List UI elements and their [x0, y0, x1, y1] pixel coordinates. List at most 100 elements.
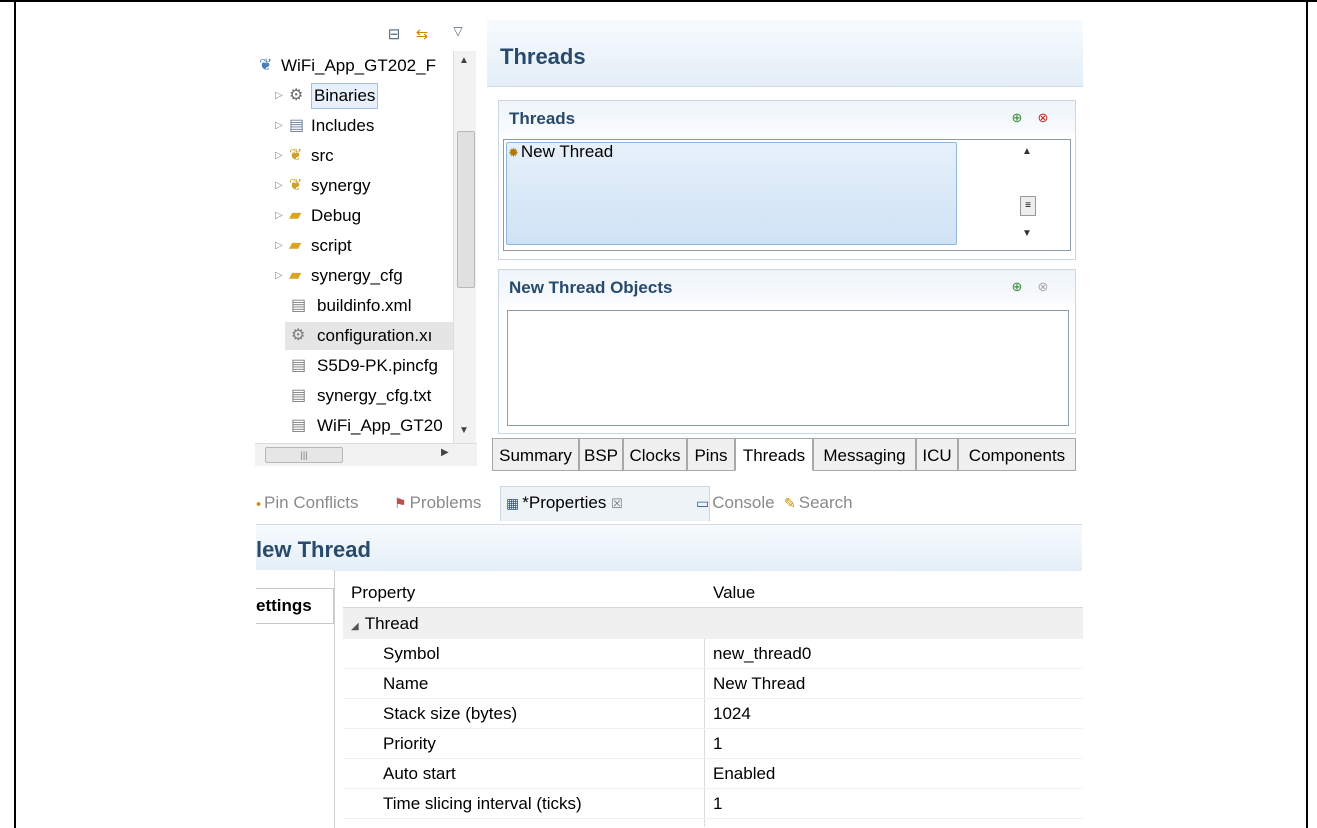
remove-thread-icon[interactable]: ⊗: [1035, 110, 1051, 126]
expand-twisty-icon[interactable]: ▷: [275, 112, 283, 140]
expand-twisty-icon[interactable]: ▷: [275, 142, 283, 170]
property-column-header[interactable]: Property: [351, 583, 415, 603]
table-row[interactable]: Stack size (bytes) 1024: [343, 698, 1083, 729]
table-row[interactable]: Name New Thread: [343, 668, 1083, 699]
search-icon: ✎: [784, 495, 796, 511]
tree-item-label: src: [311, 146, 334, 165]
threads-list[interactable]: ✹ New Thread ▲ ≡ ▼: [503, 139, 1071, 251]
properties-sidebar: ettings: [256, 570, 335, 828]
expand-twisty-icon[interactable]: ▷: [275, 232, 283, 260]
tree-item-configuration[interactable]: ⚙ configuration.xı: [285, 322, 455, 350]
thread-item-label: New Thread: [520, 142, 614, 161]
table-row[interactable]: Auto start Enabled: [343, 758, 1083, 789]
tree-item-label: S5D9-PK.pincfg: [317, 356, 438, 375]
tab-components[interactable]: Components: [958, 438, 1076, 471]
collapse-all-icon[interactable]: ⊟: [385, 26, 403, 44]
table-row[interactable]: Priority 1: [343, 728, 1083, 759]
explorer-vertical-scrollbar[interactable]: ▲ ▼: [453, 51, 476, 443]
file-icon: ▤: [291, 297, 307, 314]
view-tab-problems[interactable]: ⚑ Problems: [394, 493, 481, 513]
scroll-down-icon[interactable]: ▼: [1022, 228, 1032, 239]
tree-item-label: buildinfo.xml: [317, 296, 412, 315]
tab-pins[interactable]: Pins: [687, 438, 735, 471]
tab-bsp[interactable]: BSP: [579, 438, 623, 471]
thread-objects-list[interactable]: [507, 310, 1069, 426]
binaries-icon: ⚙: [289, 87, 304, 104]
explorer-horizontal-scrollbar[interactable]: ||| ▶: [255, 443, 477, 466]
thread-item[interactable]: ✹ New Thread: [508, 142, 613, 162]
table-row[interactable]: Symbol new_thread0: [343, 638, 1083, 669]
view-tab-label: Search: [798, 493, 853, 512]
table-row[interactable]: Time slicing interval (ticks) 1: [343, 788, 1083, 819]
property-value[interactable]: New Thread: [713, 674, 805, 694]
view-tab-label: Pin Conflicts: [264, 493, 359, 512]
scroll-up-icon[interactable]: ▲: [459, 55, 469, 66]
folder-icon: ▰: [289, 267, 302, 284]
threads-editor: Threads Threads ⊕ ⊗ ✹ New Thread ▲ ≡ ▼ Ne…: [487, 20, 1083, 482]
tree-item-project[interactable]: ❦ WiFi_App_GT202_F: [255, 52, 455, 80]
view-tab-properties[interactable]: ▦ *Properties ☒: [506, 493, 623, 513]
scroll-down-icon[interactable]: ▼: [459, 425, 469, 436]
thread-objects-section-header: New Thread Objects ⊕ ⊗: [499, 270, 1075, 304]
threads-section-header: Threads ⊕ ⊗: [499, 101, 1075, 135]
link-editor-icon[interactable]: ⇆: [413, 26, 431, 44]
view-tab-pin-conflicts[interactable]: ⬩ Pin Conflicts: [256, 493, 359, 513]
tab-threads[interactable]: Threads: [735, 438, 813, 471]
property-name: Time slicing interval (ticks): [383, 794, 582, 813]
file-icon: ▤: [291, 387, 307, 404]
console-icon: ▭: [696, 495, 710, 511]
remove-object-icon[interactable]: ⊗: [1035, 279, 1051, 295]
add-object-icon[interactable]: ⊕: [1009, 279, 1025, 295]
scroll-thumb[interactable]: ≡: [1020, 196, 1036, 216]
expand-twisty-icon[interactable]: ▷: [275, 172, 283, 200]
add-thread-icon[interactable]: ⊕: [1009, 110, 1025, 126]
view-tab-label: *Properties: [522, 493, 607, 512]
property-value[interactable]: new_thread0: [713, 644, 811, 664]
close-icon[interactable]: ☒: [611, 496, 623, 511]
tree-item-label: Binaries: [311, 83, 379, 109]
scroll-thumb[interactable]: [457, 131, 475, 288]
frame-top-border: [0, 0, 1317, 2]
tab-summary[interactable]: Summary: [492, 438, 579, 471]
property-value[interactable]: 1024: [713, 704, 751, 724]
expand-twisty-icon[interactable]: ▷: [275, 202, 283, 230]
property-value[interactable]: 1: [713, 794, 722, 814]
thread-objects-section: New Thread Objects ⊕ ⊗: [498, 269, 1076, 434]
tree-item-label: script: [311, 236, 352, 255]
view-tab-search[interactable]: ✎ Search: [784, 493, 853, 513]
property-name: Symbol: [383, 644, 440, 663]
view-menu-icon[interactable]: ▽: [449, 22, 467, 40]
project-icon: ❦: [259, 57, 273, 74]
settings-tab[interactable]: ettings: [256, 588, 334, 624]
property-name: Stack size (bytes): [383, 704, 518, 723]
tree-item-label: synergy_cfg.txt: [317, 386, 432, 405]
list-scrollbar[interactable]: ▲ ≡ ▼: [986, 140, 1068, 248]
property-group-thread[interactable]: ◢ Thread: [343, 608, 1083, 639]
property-value[interactable]: Enabled: [713, 764, 775, 784]
scroll-up-icon[interactable]: ▲: [1022, 146, 1032, 157]
folder-icon: ▰: [289, 237, 302, 254]
editor-title: Threads: [500, 44, 586, 69]
view-tab-console[interactable]: ▭ Console: [696, 493, 775, 513]
tab-clocks[interactable]: Clocks: [623, 438, 687, 471]
tree-item-label: Includes: [311, 116, 375, 135]
property-value[interactable]: 1: [713, 734, 722, 754]
scroll-right-icon[interactable]: ▶: [441, 447, 449, 458]
tab-messaging[interactable]: Messaging: [813, 438, 916, 471]
project-explorer: ⊟ ⇆ ▽ ❦ WiFi_App_GT202_F ▷ ⚙ Binaries ▷ …: [255, 20, 477, 468]
tree-item-label: synergy_cfg: [311, 266, 403, 285]
expand-twisty-icon[interactable]: ▷: [275, 262, 283, 290]
frame-left-border: [14, 0, 16, 828]
collapse-twisty-icon[interactable]: ◢: [351, 621, 359, 632]
tree-item-label: configuration.xı: [317, 326, 433, 345]
tab-icu[interactable]: ICU: [916, 438, 958, 471]
value-column-header[interactable]: Value: [713, 583, 755, 603]
expand-twisty-icon[interactable]: ▷: [275, 82, 283, 110]
editor-header: Threads: [487, 20, 1083, 87]
scroll-thumb[interactable]: |||: [265, 447, 343, 463]
view-tab-label: Console: [712, 493, 775, 512]
properties-header: lew Thread: [256, 524, 1082, 571]
properties-title: lew Thread: [256, 537, 371, 562]
view-tab-label: Problems: [409, 493, 482, 512]
view-tabs: ⬩ Pin Conflicts ⚑ Problems ▦ *Properties ☒ …: [256, 486, 1086, 521]
